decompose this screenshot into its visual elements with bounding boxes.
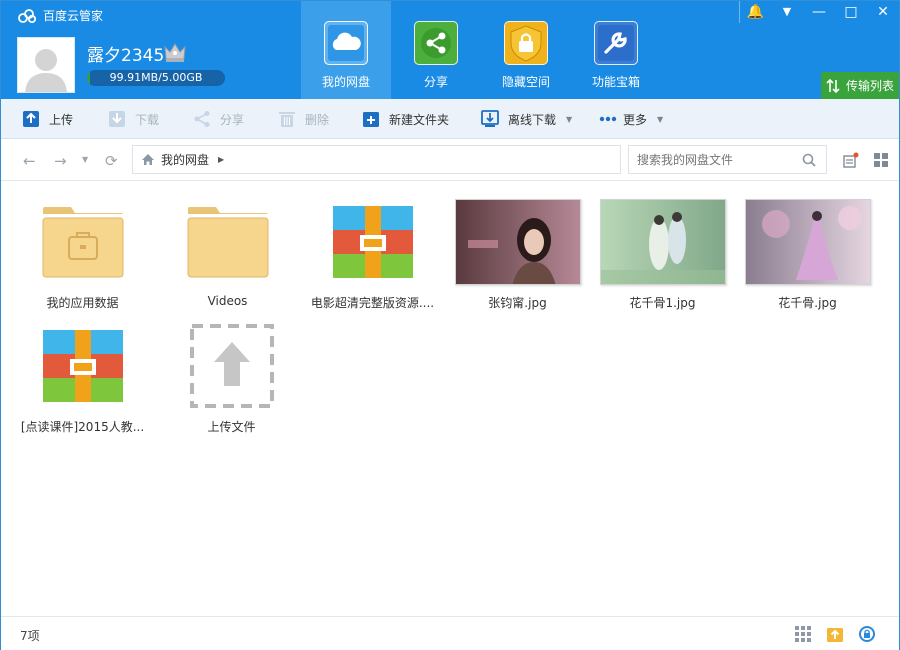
upload-button[interactable]: 上传 xyxy=(22,99,73,139)
file-name: 张钧甯.jpg xyxy=(488,296,547,310)
trash-icon xyxy=(279,112,295,127)
breadcrumb-item-my-disk[interactable]: 我的网盘 xyxy=(161,151,209,168)
file-item[interactable]: 花千骨1.jpg xyxy=(590,192,735,312)
tab-my-disk[interactable]: 我的网盘 xyxy=(301,1,391,99)
header-bar: 百度云管家 露夕2345 99.91MB/5.00GB 我的网盘 分享 隐藏空间… xyxy=(1,1,899,99)
refresh-icon[interactable]: ⟳ xyxy=(105,152,118,170)
file-name: 花千骨.jpg xyxy=(778,296,837,310)
more-dots-icon xyxy=(599,116,617,122)
menu-dropdown-icon[interactable]: ▼ xyxy=(771,1,803,23)
delete-button[interactable]: 删除 xyxy=(278,99,329,139)
home-icon[interactable] xyxy=(141,153,155,166)
delete-label: 删除 xyxy=(305,112,330,127)
search-input[interactable] xyxy=(628,145,827,174)
new-folder-icon xyxy=(363,112,379,127)
file-item[interactable]: 我的应用数据 xyxy=(10,192,155,312)
file-name: [点读课件]2015人教... xyxy=(20,420,145,434)
new-folder-button[interactable]: 新建文件夹 xyxy=(362,99,449,139)
share-icon xyxy=(414,21,458,65)
avatar[interactable] xyxy=(17,37,75,93)
upload-file-tile[interactable]: 上传文件 xyxy=(159,316,304,436)
download-label: 下载 xyxy=(135,112,160,127)
breadcrumb[interactable]: 我的网盘 ▶ xyxy=(132,145,621,174)
cloud-icon xyxy=(324,21,368,65)
thumbnail-grid-icon[interactable] xyxy=(794,625,812,643)
breadcrumb-chevron-icon[interactable]: ▶ xyxy=(218,155,224,164)
file-item[interactable]: 张钧甯.jpg xyxy=(445,192,590,312)
sort-view-icon[interactable] xyxy=(843,152,859,168)
file-name: Videos xyxy=(207,294,248,308)
file-item[interactable]: [点读课件]2015人教... xyxy=(10,316,155,436)
share-icon xyxy=(194,111,210,127)
offline-download-button[interactable]: 离线下载 ▼ xyxy=(481,99,572,139)
transfer-list-label: 传输列表 xyxy=(845,79,894,93)
tab-share[interactable]: 分享 xyxy=(391,1,481,99)
chevron-down-icon[interactable]: ▼ xyxy=(657,115,663,124)
history-dropdown-icon[interactable]: ▼ xyxy=(82,155,88,164)
tab-hidden-space[interactable]: 隐藏空间 xyxy=(481,1,571,99)
app-folder-icon xyxy=(42,207,123,278)
file-item[interactable]: 花千骨.jpg xyxy=(735,192,880,312)
address-bar: ← → ▼ ⟳ 我的网盘 ▶ xyxy=(1,139,899,181)
new-folder-label: 新建文件夹 xyxy=(389,112,450,127)
default-user-icon xyxy=(25,49,67,92)
share-button[interactable]: 分享 xyxy=(193,99,244,139)
transfer-icon xyxy=(826,78,840,93)
offline-download-label: 离线下载 xyxy=(508,112,557,127)
search-icon[interactable] xyxy=(802,153,816,167)
download-button[interactable]: 下载 xyxy=(108,99,159,139)
upload-label: 上传 xyxy=(49,112,74,127)
app-window: 百度云管家 露夕2345 99.91MB/5.00GB 我的网盘 分享 隐藏空间… xyxy=(0,0,900,650)
wrench-icon xyxy=(594,21,638,65)
file-name: 我的应用数据 xyxy=(46,296,119,310)
upload-icon xyxy=(23,111,39,127)
app-title-text: 百度云管家 xyxy=(43,9,104,23)
minimize-button[interactable]: — xyxy=(803,1,835,23)
file-name: 花千骨1.jpg xyxy=(629,296,696,310)
download-icon xyxy=(109,111,125,127)
file-item[interactable]: Videos xyxy=(155,192,300,312)
toolbar: 上传 下载 分享 删除 新建文件夹 离线下载 ▼ 更多 ▼ xyxy=(1,99,899,139)
upload-arrow-icon xyxy=(189,324,274,408)
baidu-cloud-logo-icon xyxy=(18,8,37,23)
file-item[interactable]: 电影超清完整版资源.... xyxy=(300,192,445,312)
image-thumbnail xyxy=(599,199,726,285)
file-name: 电影超清完整版资源.... xyxy=(310,296,435,310)
tab-label: 功能宝箱 xyxy=(591,75,640,89)
upload-folder-icon[interactable] xyxy=(826,625,844,643)
security-lock-icon[interactable] xyxy=(858,625,876,643)
transfer-list-button[interactable]: 传输列表 xyxy=(821,72,899,99)
tab-label: 我的网盘 xyxy=(321,75,370,89)
maximize-button[interactable]: □ xyxy=(835,1,867,23)
image-thumbnail xyxy=(744,199,871,285)
upload-file-label: 上传文件 xyxy=(207,420,256,434)
tab-toolbox[interactable]: 功能宝箱 xyxy=(571,1,661,99)
grid-view-icon[interactable] xyxy=(873,152,889,168)
storage-quota-bar: 99.91MB/5.00GB xyxy=(87,70,225,86)
app-title: 百度云管家 xyxy=(17,7,103,24)
offline-download-icon xyxy=(481,110,499,127)
close-button[interactable]: ✕ xyxy=(867,1,899,23)
tab-label: 分享 xyxy=(423,75,448,89)
archive-icon xyxy=(42,330,123,402)
image-thumbnail xyxy=(454,199,581,285)
username[interactable]: 露夕2345 xyxy=(87,41,164,66)
storage-quota-text: 99.91MB/5.00GB xyxy=(109,71,203,84)
status-bar: 7项 xyxy=(1,616,899,650)
more-button[interactable]: 更多 ▼ xyxy=(599,99,663,139)
item-count: 7项 xyxy=(20,629,40,643)
vip-crown-icon[interactable] xyxy=(163,41,187,63)
share-label: 分享 xyxy=(220,112,245,127)
notification-bell-icon[interactable]: 🔔 xyxy=(739,1,771,23)
archive-icon xyxy=(332,206,413,278)
chevron-down-icon[interactable]: ▼ xyxy=(566,115,572,124)
more-label: 更多 xyxy=(623,112,648,127)
forward-arrow-icon[interactable]: → xyxy=(54,152,67,170)
file-grid: 我的应用数据 Videos 电影超清完整版资源.... 张钧甯.jpg 花千骨1… xyxy=(1,182,899,616)
lock-icon xyxy=(504,21,548,65)
tab-label: 隐藏空间 xyxy=(501,75,550,89)
back-arrow-icon[interactable]: ← xyxy=(23,152,36,170)
folder-icon xyxy=(187,207,268,278)
window-controls: 🔔 ▼ — □ ✕ xyxy=(739,1,899,23)
